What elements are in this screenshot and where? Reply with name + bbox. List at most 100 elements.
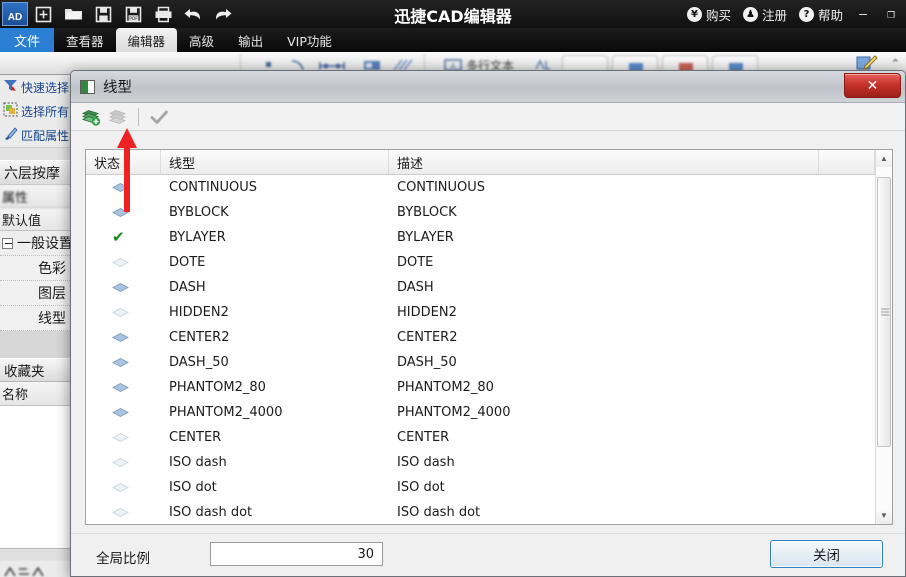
list-scrollbar[interactable]: ▲ ▼: [875, 150, 892, 524]
column-header-extra[interactable]: [819, 150, 875, 174]
status-icon: [86, 382, 161, 393]
sidebar-item-quick-select[interactable]: 快速选择: [0, 75, 70, 99]
tab-viewer[interactable]: 查看器: [54, 28, 116, 52]
tab-advanced[interactable]: 高级: [177, 28, 226, 52]
application-window: AD PDF 迅捷CAD编辑器 ¥ 购买 ♟ 注册 ? 帮助 — ❐ 文件 查看…: [0, 0, 906, 577]
save-as-pdf-icon[interactable]: PDF: [118, 1, 148, 27]
sidebar-name-column[interactable]: 名称: [0, 382, 70, 406]
sidebar-item-match-properties[interactable]: 匹配属性: [0, 123, 70, 147]
linetype-description: DASH: [397, 280, 434, 295]
table-row[interactable]: PHANTOM2_4000 PHANTOM2_4000: [86, 400, 875, 425]
table-row[interactable]: ISO dot ISO dot: [86, 475, 875, 500]
open-folder-icon[interactable]: [58, 1, 88, 27]
sidebar-group-header[interactable]: 六层按摩: [0, 160, 70, 185]
table-row[interactable]: ISO dash ISO dash: [86, 450, 875, 475]
yen-icon: ¥: [686, 6, 702, 22]
redo-icon[interactable]: [208, 1, 238, 27]
sidebar-label-match-properties: 匹配属性: [21, 128, 70, 143]
minimize-button[interactable]: —: [850, 1, 876, 27]
scrollbar-thumb[interactable]: [877, 177, 891, 447]
table-row[interactable]: ISO dash dot ISO dash dot: [86, 500, 875, 524]
dialog-title: 线型: [103, 80, 132, 96]
table-row[interactable]: DASH DASH: [86, 275, 875, 300]
help-label: 帮助: [817, 7, 843, 23]
scroll-up-button[interactable]: ▲: [876, 150, 892, 167]
select-all-icon: [3, 102, 18, 120]
table-row[interactable]: ✔ BYLAYER BYLAYER: [86, 225, 875, 250]
new-file-icon[interactable]: [28, 1, 58, 27]
linetype-description: CENTER2: [397, 330, 458, 345]
linetype-name: DASH: [169, 280, 206, 295]
dialog-title-bar[interactable]: 线型 ✕: [71, 71, 905, 103]
scroll-down-button[interactable]: ▼: [876, 507, 892, 524]
linetype-name: CONTINUOUS: [169, 180, 258, 195]
sidebar-label-quick-select: 快速选择: [21, 80, 70, 95]
linetype-description: ISO dash: [397, 455, 455, 470]
status-icon: [86, 357, 161, 368]
status-icon: [86, 307, 161, 318]
close-button[interactable]: 关闭: [770, 540, 883, 568]
register-label: 注册: [761, 7, 787, 23]
sidebar-properties-header[interactable]: 属性: [0, 185, 70, 208]
status-icon: [86, 257, 161, 268]
dialog-app-icon: [80, 79, 95, 94]
sidebar-item-color[interactable]: 色彩: [0, 256, 70, 281]
sidebar-label-general-settings: 一般设置: [17, 236, 71, 252]
linetype-name: DOTE: [169, 255, 206, 270]
register-button[interactable]: ♟ 注册: [738, 5, 792, 24]
linetype-description: DOTE: [397, 255, 434, 270]
save-icon[interactable]: [88, 1, 118, 27]
load-linetype-button[interactable]: [79, 105, 103, 129]
global-scale-input[interactable]: 30: [210, 542, 383, 566]
undo-icon[interactable]: [178, 1, 208, 27]
table-row[interactable]: DOTE DOTE: [86, 250, 875, 275]
delete-linetype-button[interactable]: [106, 105, 130, 129]
tab-output[interactable]: 输出: [226, 28, 275, 52]
column-header-linetype[interactable]: 线型: [161, 150, 389, 174]
sidebar-item-select-all[interactable]: 选择所有: [0, 99, 70, 123]
print-icon[interactable]: [148, 1, 178, 27]
column-header-description[interactable]: 描述: [389, 150, 819, 174]
status-icon: [86, 407, 161, 418]
table-row[interactable]: CONTINUOUS CONTINUOUS: [86, 175, 875, 200]
dialog-footer: 全局比例 30 关闭: [71, 533, 905, 576]
sidebar-tree-node-general-settings[interactable]: 一般设置: [0, 231, 70, 256]
linetype-name: ISO dash: [169, 455, 227, 470]
table-row[interactable]: CENTER CENTER: [86, 425, 875, 450]
linetype-description: BYBLOCK: [397, 205, 457, 220]
set-current-button[interactable]: [147, 105, 171, 129]
ribbon-collapse-icon[interactable]: ⌃: [891, 57, 900, 70]
tab-editor[interactable]: 编辑器: [115, 28, 178, 52]
linetype-name: ISO dash dot: [169, 505, 253, 520]
sidebar-default-value-header[interactable]: 默认值: [0, 208, 70, 231]
user-icon: ♟: [742, 6, 758, 22]
maximize-button[interactable]: ❐: [878, 1, 904, 27]
linetype-name: CENTER2: [169, 330, 230, 345]
tab-vip[interactable]: VIP功能: [275, 28, 344, 52]
linetype-name: ISO dot: [169, 480, 217, 495]
linetype-description: DASH_50: [397, 355, 457, 370]
toolbar-separator: [138, 107, 139, 126]
tree-collapse-icon[interactable]: [2, 237, 13, 249]
table-row[interactable]: HIDDEN2 HIDDEN2: [86, 300, 875, 325]
help-button[interactable]: ? 帮助: [794, 5, 848, 24]
table-row[interactable]: CENTER2 CENTER2: [86, 325, 875, 350]
linetype-list: 状态 线型 描述 CONTINUOUS CONTINUOUS BYBLOCK BYBL…: [85, 149, 893, 525]
linetype-name: CENTER: [169, 430, 222, 445]
linetype-description: BYLAYER: [397, 230, 454, 245]
title-bar: AD PDF 迅捷CAD编辑器 ¥ 购买 ♟ 注册 ? 帮助 — ❐: [0, 0, 906, 28]
ribbon-tab-strip: 文件 查看器 编辑器 高级 输出 VIP功能: [0, 28, 906, 52]
table-row[interactable]: DASH_50 DASH_50: [86, 350, 875, 375]
sidebar-bottom-tools[interactable]: [0, 561, 70, 577]
sidebar-item-linetype[interactable]: 线型: [0, 306, 70, 331]
dialog-toolbar: [71, 103, 905, 131]
sidebar-favorites-header[interactable]: 收藏夹: [0, 358, 70, 382]
sidebar-item-layer[interactable]: 图层: [0, 281, 70, 306]
status-icon: [86, 282, 161, 293]
dialog-close-button[interactable]: ✕: [844, 73, 901, 98]
tab-file[interactable]: 文件: [0, 28, 55, 52]
sidebar-divider: [0, 147, 70, 160]
buy-button[interactable]: ¥ 购买: [682, 5, 736, 24]
table-row[interactable]: PHANTOM2_80 PHANTOM2_80: [86, 375, 875, 400]
table-row[interactable]: BYBLOCK BYBLOCK: [86, 200, 875, 225]
